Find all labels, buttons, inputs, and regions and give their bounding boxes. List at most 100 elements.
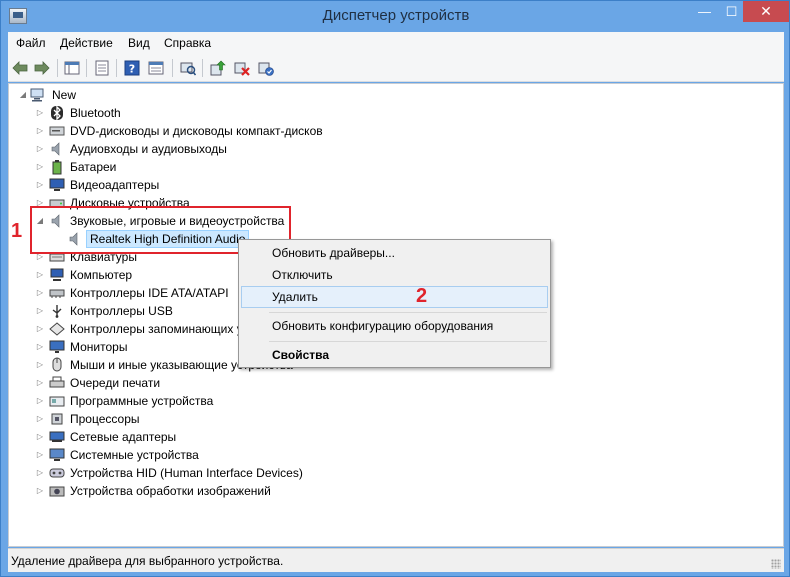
update-driver-icon[interactable] <box>208 58 228 78</box>
computer-icon <box>29 87 45 103</box>
back-arrow-icon[interactable] <box>10 58 30 78</box>
help-icon[interactable]: ? <box>122 58 142 78</box>
tree-item[interactable]: ▷ Bluetooth <box>9 104 329 122</box>
expand-arrow-icon[interactable]: ▷ <box>36 378 44 388</box>
expand-arrow-icon[interactable]: ▷ <box>36 144 44 154</box>
menu-help[interactable]: Справка <box>164 36 211 50</box>
tree-item[interactable]: ▷ Программные устройства <box>9 392 329 410</box>
expand-arrow-icon[interactable]: ▷ <box>36 270 44 280</box>
title-bar[interactable]: Диспетчер устройств — ☐ ✕ <box>1 1 789 33</box>
close-button[interactable]: ✕ <box>743 1 789 22</box>
window-title: Диспетчер устройств <box>322 7 470 24</box>
tree-item-label: Очереди печати <box>70 376 161 390</box>
tree-item-label: Сетевые адаптеры <box>70 430 177 444</box>
menu-view[interactable]: Вид <box>128 36 150 50</box>
usb-icon <box>49 303 65 319</box>
battery-icon <box>49 159 65 175</box>
minimize-button[interactable]: — <box>691 1 718 22</box>
tree-item[interactable]: ▷ Устройства HID (Human Interface Devices… <box>9 464 329 482</box>
tree-item[interactable]: ▷ Видеоадаптеры <box>9 176 329 194</box>
menu-disable[interactable]: Отключить <box>241 264 548 286</box>
tree-item-label: Bluetooth <box>70 106 121 120</box>
menu-bar: Файл Действие Вид Справка <box>8 32 784 54</box>
storage-controller-icon <box>49 321 65 337</box>
uninstall-device-icon[interactable] <box>232 58 252 78</box>
tree-item[interactable]: ▷ Аудиовходы и аудиовыходы <box>9 140 329 158</box>
tree-item[interactable]: ▷ Процессоры <box>9 410 329 428</box>
forward-arrow-icon[interactable] <box>32 58 52 78</box>
tree-item-label: Компьютер <box>70 268 133 282</box>
system-icon <box>49 447 65 463</box>
context-menu: Обновить драйверы... Отключить Удалить О… <box>238 239 551 368</box>
monitor-icon <box>49 339 65 355</box>
properties-sheet-icon[interactable] <box>92 58 112 78</box>
tree-item-label: Мониторы <box>70 340 128 354</box>
expand-arrow-icon[interactable]: ▷ <box>36 342 44 352</box>
expand-arrow-icon[interactable]: ▷ <box>36 180 44 190</box>
tree-item-label: Устройства HID (Human Interface Devices) <box>70 466 303 480</box>
device-manager-window: Диспетчер устройств — ☐ ✕ Файл Действие … <box>0 0 790 577</box>
bluetooth-icon <box>49 105 65 121</box>
menu-update-drivers[interactable]: Обновить драйверы... <box>241 242 548 264</box>
tree-item[interactable]: ▷ Устройства обработки изображений <box>9 482 329 500</box>
expand-arrow-icon[interactable]: ▷ <box>36 450 44 460</box>
camera-icon <box>49 483 65 499</box>
menu-file[interactable]: Файл <box>16 36 46 50</box>
printer-icon <box>49 375 65 391</box>
tree-item-label: Контроллеры USB <box>70 304 173 318</box>
step-marker-1: 1 <box>11 220 23 242</box>
tree-item-label: Процессоры <box>70 412 140 426</box>
tree-item-label: Батареи <box>70 160 117 174</box>
speaker-icon <box>49 141 65 157</box>
dvd-icon <box>49 123 65 139</box>
toolbar: ? <box>8 54 784 82</box>
expand-arrow-icon[interactable]: ▷ <box>36 396 44 406</box>
expand-arrow-icon[interactable]: ▷ <box>36 468 44 478</box>
expand-arrow-icon[interactable]: ▷ <box>36 162 44 172</box>
tree-item-label: Системные устройства <box>70 448 199 462</box>
maximize-button[interactable]: ☐ <box>718 1 745 22</box>
expand-arrow-icon[interactable]: ▷ <box>36 414 44 424</box>
tree-item[interactable]: ▷ DVD-дисководы и дисководы компакт-диско… <box>9 122 329 140</box>
controller-icon <box>49 285 65 301</box>
tree-item-label: Видеоадаптеры <box>70 178 160 192</box>
tree-item-label: Аудиовходы и аудиовыходы <box>70 142 227 156</box>
step-marker-2: 2 <box>416 285 428 307</box>
computer-icon <box>49 267 65 283</box>
collapse-arrow-icon[interactable]: ◢ <box>19 90 27 100</box>
tree-item-label: Устройства обработки изображений <box>70 484 271 498</box>
tree-item[interactable]: ▷ Системные устройства <box>9 446 329 464</box>
processor-icon <box>49 411 65 427</box>
tree-item-label: Программные устройства <box>70 394 214 408</box>
tree-item[interactable]: ▷ Сетевые адаптеры <box>9 428 329 446</box>
tree-item[interactable]: ▷ Очереди печати <box>9 374 329 392</box>
console-tree-icon[interactable] <box>62 58 82 78</box>
expand-arrow-icon[interactable]: ▷ <box>36 432 44 442</box>
status-text: Удаление драйвера для выбранного устройс… <box>11 554 284 568</box>
view-list-icon[interactable] <box>146 58 166 78</box>
resize-grip[interactable] <box>771 559 781 569</box>
expand-arrow-icon[interactable]: ▷ <box>36 288 44 298</box>
tree-item-label: DVD-дисководы и дисководы компакт-дисков <box>70 124 323 138</box>
menu-uninstall[interactable]: Удалить <box>241 286 548 308</box>
tree-root[interactable]: ◢ New <box>9 86 209 104</box>
expand-arrow-icon[interactable]: ▷ <box>36 126 44 136</box>
tree-root-label: New <box>52 88 77 102</box>
expand-arrow-icon[interactable]: ▷ <box>36 324 44 334</box>
hid-icon <box>49 465 65 481</box>
menu-action[interactable]: Действие <box>60 36 113 50</box>
expand-arrow-icon[interactable]: ▷ <box>36 360 44 370</box>
menu-properties[interactable]: Свойства <box>241 344 548 366</box>
status-bar: Удаление драйвера для выбранного устройс… <box>8 548 784 572</box>
menu-scan-hardware[interactable]: Обновить конфигурацию оборудования <box>241 315 548 337</box>
display-adapter-icon <box>49 177 65 193</box>
enable-device-icon[interactable] <box>256 58 276 78</box>
expand-arrow-icon[interactable]: ▷ <box>36 486 44 496</box>
expand-arrow-icon[interactable]: ▷ <box>36 306 44 316</box>
software-device-icon <box>49 393 65 409</box>
mouse-icon <box>49 357 65 373</box>
tree-item[interactable]: ▷ Батареи <box>9 158 329 176</box>
scan-hardware-icon[interactable] <box>178 58 198 78</box>
expand-arrow-icon[interactable]: ▷ <box>36 108 44 118</box>
network-icon <box>49 429 65 445</box>
